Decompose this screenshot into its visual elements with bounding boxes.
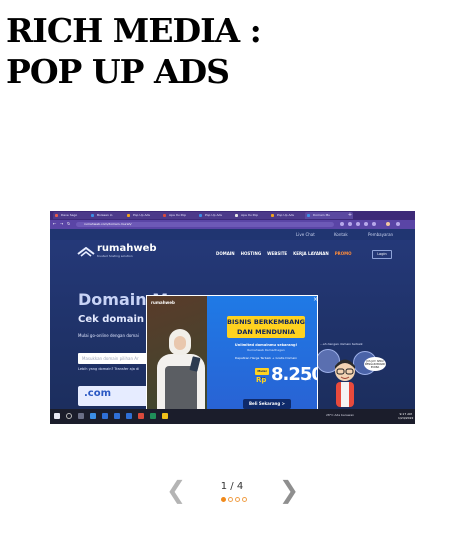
reload-icon[interactable]: ↻ (67, 222, 71, 226)
tab-favicon-icon (199, 214, 202, 217)
slide-dot-4[interactable] (242, 497, 247, 502)
right-note: ...ah dengan domain terbaik (320, 342, 363, 346)
menu-promo[interactable]: PROMO (335, 251, 352, 257)
back-icon[interactable]: ← (53, 222, 57, 226)
clock-date: 1/24/2022 (398, 416, 414, 420)
tab-label: Apa itu Pop (169, 213, 187, 217)
page-title-line-1: RICH MEDIA : (6, 11, 262, 50)
extension-icon[interactable] (372, 222, 376, 226)
site-logo[interactable]: rumahweb trusted hosting solution (77, 244, 157, 258)
close-icon[interactable]: × (312, 296, 317, 303)
search-note: Lebih yang domain? Transfer aja di (78, 367, 140, 371)
tab-favicon-icon (91, 214, 94, 217)
tab-label: Pop Up Ads (205, 213, 222, 217)
hero-text: Mulai go-online dengan domai (78, 333, 139, 338)
tab-label: Apa itu Pop (241, 213, 259, 217)
site-top-strip: Live Chat Kontak Pembayaran (50, 229, 415, 240)
login-button[interactable]: Login (372, 250, 392, 259)
kontak-link[interactable]: Kontak (334, 232, 348, 237)
tab-favicon-icon (271, 214, 274, 217)
taskbar-weather: 28°C Ada berawan (326, 413, 355, 417)
profile-avatar-icon[interactable] (386, 222, 390, 226)
tab-label: Bolasan lo (97, 213, 113, 217)
tab-favicon-icon (55, 214, 58, 217)
slide-dots (221, 497, 247, 502)
mascot-illustration (332, 359, 358, 407)
search-icon[interactable] (66, 413, 72, 419)
app-icon[interactable] (150, 413, 156, 419)
app-icon[interactable] (138, 413, 144, 419)
site-brand: rumahweb (97, 243, 157, 254)
tab-favicon-icon (235, 214, 238, 217)
popup-headline-2: DAN MENDUNIA (236, 328, 296, 336)
page-title-line-2: POP UP ADS (6, 52, 230, 91)
slide-screenshot: Dave Sago Bolasan lo Pop Up Ads Apa itu … (50, 211, 415, 424)
price-unit: /bln (305, 377, 311, 381)
tld-card: .com (78, 386, 148, 406)
taskbar-clock: 9:17 AM 1/24/2022 (398, 412, 413, 420)
extension-icon[interactable] (364, 222, 368, 226)
slide-dot-1[interactable] (221, 497, 226, 502)
tab-label: Domain Mu (313, 213, 331, 217)
chevron-left-icon[interactable]: ❮ (166, 478, 186, 502)
price-currency: Rp (256, 376, 267, 384)
tab-favicon-icon (127, 214, 130, 217)
tab-label: Dave Sago (61, 213, 78, 217)
app-icon[interactable] (102, 413, 108, 419)
page-title: RICH MEDIA : POP UP ADS (6, 10, 262, 92)
menu-domain[interactable]: DOMAIN (216, 251, 235, 257)
slide-dot-2[interactable] (228, 497, 233, 502)
tab-label: Pop Up Ads (133, 213, 150, 217)
menu-website[interactable]: WEBSITE (267, 251, 287, 257)
website-page: Live Chat Kontak Pembayaran rumahweb tru… (50, 229, 415, 424)
task-view-icon[interactable] (78, 413, 84, 419)
buy-now-button[interactable]: Beli Sekarang > (243, 399, 291, 409)
pembayaran-link[interactable]: Pembayaran (368, 232, 393, 237)
tab-label: Pop Up Ads (277, 213, 294, 217)
extension-icon[interactable] (348, 222, 352, 226)
popup-headline-1: BISNIS BERKEMBANG (227, 318, 305, 326)
tab-favicon-icon (307, 214, 310, 217)
person-face (174, 336, 186, 350)
slide-counter: 1 / 4 (220, 481, 244, 492)
popup-brand: rumahweb (151, 300, 175, 305)
app-icon[interactable] (114, 413, 120, 419)
taskbar: 28°C Ada berawan 9:17 AM 1/24/2022 (50, 409, 415, 424)
forward-icon[interactable]: → (60, 222, 64, 226)
chevron-right-icon[interactable]: ❯ (279, 478, 299, 502)
url-field[interactable]: rumahweb.com/domain-murah/ (76, 222, 334, 227)
browser-tab-active[interactable]: Domain Mu (305, 212, 353, 219)
popup-sub-1: Unlimited domainmu sekarang! (234, 343, 298, 347)
mascot-speech-bubble: JUS JAY! SERU DENGAN BRAND PURBA (364, 357, 386, 371)
menu-icon[interactable] (396, 222, 400, 226)
app-icon[interactable] (90, 413, 96, 419)
live-chat-link[interactable]: Live Chat (296, 232, 315, 237)
extension-icon[interactable] (356, 222, 360, 226)
price-value: 8.250 (271, 364, 318, 385)
extension-icon[interactable] (340, 222, 344, 226)
price-from-badge: Mulai dari (255, 368, 269, 380)
menu-kerja-layanan[interactable]: KERJA LAYANAN (293, 251, 329, 257)
new-tab-icon[interactable]: + (347, 212, 353, 219)
folder-icon[interactable] (162, 413, 168, 419)
menu-hosting[interactable]: HOSTING (241, 251, 261, 257)
site-tagline: trusted hosting solution (97, 254, 133, 258)
browser-address-bar: ← → ↻ rumahweb.com/domain-murah/ (50, 220, 415, 229)
rumahweb-logo-icon (77, 245, 95, 258)
slide-dot-3[interactable] (235, 497, 240, 502)
start-icon[interactable] (54, 413, 60, 419)
app-icon[interactable] (126, 413, 132, 419)
tab-favicon-icon (163, 214, 166, 217)
popup-ad[interactable]: rumahweb BISNIS BERKEMBANG DAN MENDUNIA … (146, 295, 318, 424)
site-menu: DOMAIN HOSTING WEBSITE KERJA LAYANAN PRO… (216, 251, 352, 257)
popup-sub-3: Dapatkan Harga Terbaik + Gratis Domain (234, 356, 298, 360)
browser-tab-bar: Dave Sago Bolasan lo Pop Up Ads Apa itu … (50, 211, 415, 220)
popup-sub-2: Rumahweb Ramadhagan (247, 348, 285, 352)
